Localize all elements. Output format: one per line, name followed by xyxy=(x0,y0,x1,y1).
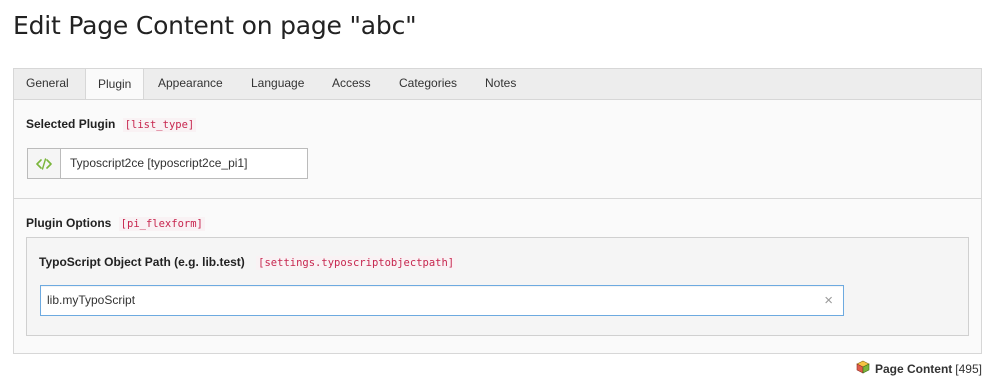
tab-general[interactable]: General xyxy=(14,68,81,100)
plugin-options-title: Plugin Options xyxy=(26,216,112,230)
plugin-options-field-name: [pi_flexform] xyxy=(118,217,205,231)
typoscript-path-field-name: [settings.typoscriptobjectpath] xyxy=(256,256,457,270)
selected-plugin-value: Typoscript2ce [typoscript2ce_pi1] xyxy=(70,156,248,170)
tab-content-panel: Selected Plugin [list_type] Typoscript2c… xyxy=(13,99,982,354)
record-id: [495] xyxy=(955,361,982,376)
code-brackets-icon xyxy=(28,149,61,178)
typoscript-path-input[interactable]: lib.myTypoScript × xyxy=(40,285,844,316)
tab-appearance[interactable]: Appearance xyxy=(146,68,235,100)
tab-access[interactable]: Access xyxy=(320,68,383,100)
selected-plugin-label: Selected Plugin [list_type] xyxy=(26,117,197,132)
tab-notes[interactable]: Notes xyxy=(473,68,528,100)
tab-plugin[interactable]: Plugin xyxy=(85,68,145,101)
clear-icon[interactable]: × xyxy=(824,286,833,315)
typoscript-path-label: TypoScript Object Path (e.g. lib.test) [… xyxy=(39,255,457,270)
tab-language[interactable]: Language xyxy=(239,68,316,100)
typoscript-path-title: TypoScript Object Path (e.g. lib.test) xyxy=(39,255,245,269)
content-cube-icon xyxy=(856,360,870,377)
selected-plugin-field[interactable]: Typoscript2ce [typoscript2ce_pi1] xyxy=(27,148,308,179)
tab-categories[interactable]: Categories xyxy=(387,68,469,100)
record-type: Page Content xyxy=(874,361,953,376)
record-reference: Page Content [495] xyxy=(856,360,982,377)
page-title: Edit Page Content on page "abc" xyxy=(13,11,417,40)
section-divider xyxy=(14,198,981,199)
selected-plugin-title: Selected Plugin xyxy=(26,117,116,131)
plugin-options-label: Plugin Options [pi_flexform] xyxy=(26,216,205,231)
tab-bar: General Plugin Appearance Language Acces… xyxy=(13,68,982,101)
flexform-container: TypoScript Object Path (e.g. lib.test) [… xyxy=(26,237,969,336)
selected-plugin-field-name: [list_type] xyxy=(122,118,197,132)
typoscript-path-value: lib.myTypoScript xyxy=(47,293,136,307)
